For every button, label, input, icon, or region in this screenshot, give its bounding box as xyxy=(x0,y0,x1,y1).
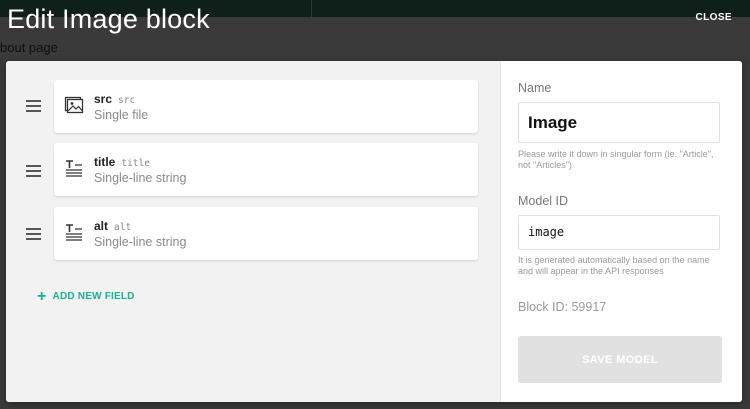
plus-icon: + xyxy=(37,287,47,305)
name-input[interactable]: Image xyxy=(518,102,720,143)
image-file-icon xyxy=(64,96,84,114)
close-button[interactable]: CLOSE xyxy=(696,12,732,23)
field-type: Single file xyxy=(94,108,149,122)
model-id-label: Model ID xyxy=(518,194,569,208)
model-id-input[interactable]: image xyxy=(518,215,720,250)
field-name: title title xyxy=(94,155,150,169)
field-card-title[interactable]: title title Single-line string xyxy=(54,143,478,196)
field-name: src src xyxy=(94,92,136,106)
edit-block-modal: src src Single file title title Single-lin… xyxy=(6,61,742,402)
text-field-icon xyxy=(66,160,82,177)
settings-panel: Name Image Please write it down in singu… xyxy=(500,61,742,402)
name-label: Name xyxy=(518,81,552,95)
field-api-key: title xyxy=(121,158,150,169)
drag-handle-icon[interactable] xyxy=(26,165,41,180)
field-type: Single-line string xyxy=(94,171,187,185)
drag-handle-icon[interactable] xyxy=(26,100,41,115)
save-model-button[interactable]: SAVE MODEL xyxy=(518,336,722,383)
drag-handle-icon[interactable] xyxy=(26,228,41,243)
block-id: Block ID: 59917 xyxy=(518,300,607,314)
field-name: alt alt xyxy=(94,219,132,233)
add-new-field-button[interactable]: + ADD NEW FIELD xyxy=(37,287,135,305)
field-card-src[interactable]: src src Single file xyxy=(54,80,478,133)
text-field-icon xyxy=(66,224,82,241)
fields-panel: src src Single file title title Single-lin… xyxy=(6,61,500,402)
field-card-alt[interactable]: alt alt Single-line string xyxy=(54,207,478,260)
model-id-hint: It is generated automatically based on t… xyxy=(518,255,710,276)
field-api-key: src xyxy=(118,95,136,106)
field-type: Single-line string xyxy=(94,235,187,249)
add-new-field-label: ADD NEW FIELD xyxy=(52,291,135,302)
name-hint: Please write it down in singular form (i… xyxy=(518,149,714,170)
background-page-text: bout page xyxy=(0,40,58,55)
field-api-key: alt xyxy=(114,222,132,233)
dialog-title: Edit Image block xyxy=(7,4,210,34)
